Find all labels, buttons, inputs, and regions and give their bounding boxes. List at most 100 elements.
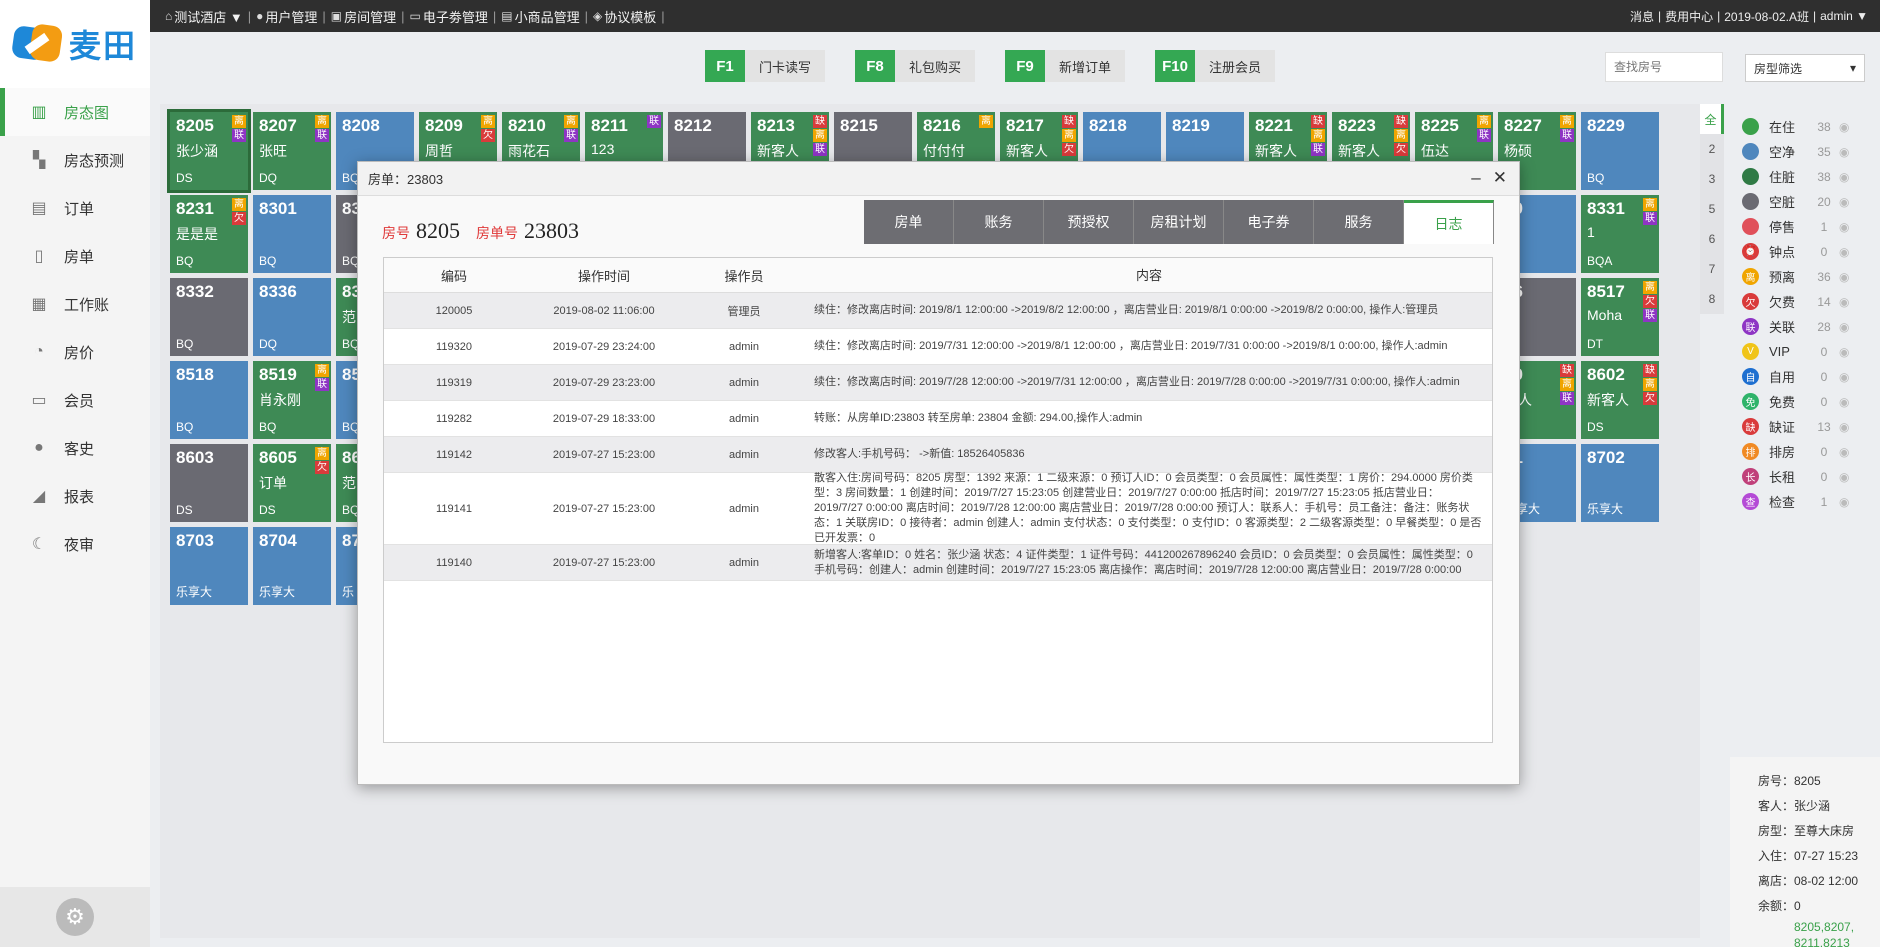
room-tile[interactable]: 8704 乐享大 [253, 527, 331, 605]
legend-item[interactable]: 欠欠费 14 ◉ [1742, 289, 1872, 314]
eye-icon[interactable]: ◉ [1839, 120, 1849, 134]
sidebar-item[interactable]: ▤ 订单 [0, 184, 150, 232]
eye-icon[interactable]: ◉ [1839, 395, 1849, 409]
floor-tab[interactable]: 3 [1700, 164, 1724, 194]
legend-item[interactable]: 空净 35 ◉ [1742, 139, 1872, 164]
room-tile[interactable]: 8301 BQ [253, 195, 331, 273]
top-right-item[interactable]: 2019-08-02.A班 [1722, 8, 1811, 25]
modal-tab[interactable]: 房租计划 [1134, 200, 1224, 244]
modal-tab[interactable]: 账务 [954, 200, 1044, 244]
eye-icon[interactable]: ◉ [1839, 195, 1849, 209]
legend-item[interactable]: 自自用 0 ◉ [1742, 364, 1872, 389]
room-tile[interactable]: 8517 Moha DT 离欠联 [1581, 278, 1659, 356]
room-tile[interactable]: 8703 乐享大 [170, 527, 248, 605]
eye-icon[interactable]: ◉ [1839, 170, 1849, 184]
legend-item[interactable]: 免免费 0 ◉ [1742, 389, 1872, 414]
function-key-button[interactable]: F1 门卡读写 [705, 50, 826, 82]
modal-tab[interactable]: 房单 [864, 200, 954, 244]
eye-icon[interactable]: ◉ [1839, 445, 1849, 459]
eye-icon[interactable]: ◉ [1839, 295, 1849, 309]
sidebar-item[interactable]: ▚ 房态预测 [0, 136, 150, 184]
room-tile[interactable]: 8207 张旺 DQ 离联 [253, 112, 331, 190]
eye-icon[interactable]: ◉ [1839, 220, 1849, 234]
legend-item[interactable]: 空脏 20 ◉ [1742, 189, 1872, 214]
top-right-item[interactable]: 消息 [1628, 8, 1656, 25]
top-nav-item[interactable]: ● 用户管理 [253, 7, 320, 26]
legend-item[interactable]: 停售 1 ◉ [1742, 214, 1872, 239]
room-tile[interactable]: 8519 肖永刚 BQ 离联 [253, 361, 331, 439]
top-nav-item[interactable]: ▣ 房间管理 [328, 7, 399, 26]
floor-tab[interactable]: 8 [1700, 284, 1724, 314]
room-tile[interactable]: 8603 DS [170, 444, 248, 522]
floor-tab[interactable]: 5 [1700, 194, 1724, 224]
function-key-button[interactable]: F8 礼包购买 [855, 50, 976, 82]
top-nav-item[interactable]: ▭ 电子劵管理 [407, 7, 491, 26]
top-nav-item[interactable]: ⌂ 测试酒店 ▼ [162, 7, 246, 26]
legend-item[interactable]: V VIP 0 ◉ [1742, 339, 1872, 364]
legend-item[interactable]: 离预离 36 ◉ [1742, 264, 1872, 289]
top-right-item[interactable]: admin ▼ [1818, 9, 1870, 23]
sidebar-item[interactable]: ▦ 工作账 [0, 280, 150, 328]
legend-item[interactable]: 排排房 0 ◉ [1742, 439, 1872, 464]
legend-item[interactable]: 缺缺证 13 ◉ [1742, 414, 1872, 439]
linked-rooms[interactable]: 8205,8207, 8211,8213 [1758, 919, 1880, 947]
room-tile[interactable]: 8602 新客人 DS 缺离欠 [1581, 361, 1659, 439]
top-nav-item[interactable]: ▤ 小商品管理 [498, 7, 582, 26]
floor-tab[interactable]: 6 [1700, 224, 1724, 254]
room-tile[interactable]: 8205 张少涵 DS 离联 [167, 109, 251, 193]
eye-icon[interactable]: ◉ [1839, 420, 1849, 434]
room-tile[interactable]: 8332 BQ [170, 278, 248, 356]
modal-tab[interactable]: 电子券 [1224, 200, 1314, 244]
eye-icon[interactable]: ◉ [1839, 145, 1849, 159]
close-icon[interactable]: ✕ [1493, 168, 1507, 188]
room-tile[interactable]: 8331 1 BQA 离联 [1581, 195, 1659, 273]
eye-icon[interactable]: ◉ [1839, 320, 1849, 334]
room-tile[interactable]: 8702 乐享大 [1581, 444, 1659, 522]
room-tile[interactable]: 8605 订单 DS 离欠 [253, 444, 331, 522]
sidebar-item[interactable]: ▥ 房态图 [0, 88, 150, 136]
room-tile[interactable]: 8231 是是是 BQ 离欠 [170, 195, 248, 273]
sidebar-item[interactable]: ▭ 会员 [0, 376, 150, 424]
function-key-button[interactable]: F9 新增订单 [1005, 50, 1126, 82]
legend-item[interactable]: 联关联 28 ◉ [1742, 314, 1872, 339]
table-row[interactable]: 119141 2019-07-27 15:23:00 admin 散客入住:房间号码：… [384, 472, 1492, 545]
legend-item[interactable]: 查检查 1 ◉ [1742, 489, 1872, 514]
room-tile[interactable]: 8518 BQ [170, 361, 248, 439]
floor-tab[interactable]: 全 [1700, 104, 1724, 134]
sidebar-item[interactable]: ▯ 房单 [0, 232, 150, 280]
sidebar-item[interactable]: ◔ 房价 [0, 328, 150, 376]
eye-icon[interactable]: ◉ [1839, 495, 1849, 509]
eye-icon[interactable]: ◉ [1839, 345, 1849, 359]
table-row[interactable]: 119319 2019-07-29 23:23:00 admin 续住：修改离店时间:… [384, 365, 1492, 401]
legend-item[interactable]: ⏰ 钟点 0 ◉ [1742, 239, 1872, 264]
top-right-item[interactable]: 费用中心 [1663, 8, 1715, 25]
table-row[interactable]: 119320 2019-07-29 23:24:00 admin 续住：修改离店时间:… [384, 329, 1492, 365]
room-search-input[interactable] [1605, 52, 1723, 82]
eye-icon[interactable]: ◉ [1839, 270, 1849, 284]
table-row[interactable]: 119140 2019-07-27 15:23:00 admin 新增客人:客单ID：… [384, 545, 1492, 581]
sidebar-item[interactable]: ☾ 夜审 [0, 520, 150, 568]
room-tile[interactable]: 8229 BQ [1581, 112, 1659, 190]
legend-item[interactable]: 在住 38 ◉ [1742, 114, 1872, 139]
room-tile[interactable]: 8336 DQ [253, 278, 331, 356]
floor-tab[interactable]: 2 [1700, 134, 1724, 164]
modal-tab[interactable]: 服务 [1314, 200, 1404, 244]
legend-item[interactable]: 长长租 0 ◉ [1742, 464, 1872, 489]
eye-icon[interactable]: ◉ [1839, 245, 1849, 259]
room-type-filter-select[interactable]: 房型筛选 ▾ [1745, 54, 1865, 82]
settings-gear-icon[interactable]: ⚙ [56, 898, 94, 936]
sidebar-item[interactable]: ● 客史 [0, 424, 150, 472]
floor-tab[interactable]: 7 [1700, 254, 1724, 284]
eye-icon[interactable]: ◉ [1839, 370, 1849, 384]
minimize-icon[interactable]: – [1471, 168, 1480, 188]
legend-item[interactable]: 住脏 38 ◉ [1742, 164, 1872, 189]
sidebar-item[interactable]: ◢ 报表 [0, 472, 150, 520]
table-row[interactable]: 119142 2019-07-27 15:23:00 admin 修改客人:手机号码：… [384, 437, 1492, 473]
eye-icon[interactable]: ◉ [1839, 470, 1849, 484]
table-row[interactable]: 119282 2019-07-29 18:33:00 admin 转账：从房单ID:2… [384, 401, 1492, 437]
modal-tab[interactable]: 预授权 [1044, 200, 1134, 244]
function-key-button[interactable]: F10 注册会员 [1155, 50, 1276, 82]
table-row[interactable]: 120005 2019-08-02 11:06:00 管理员 续住：修改离店时间: 2… [384, 293, 1492, 329]
modal-tab[interactable]: 日志 [1404, 200, 1494, 244]
top-nav-item[interactable]: ◈ 协议模板 [590, 7, 659, 26]
